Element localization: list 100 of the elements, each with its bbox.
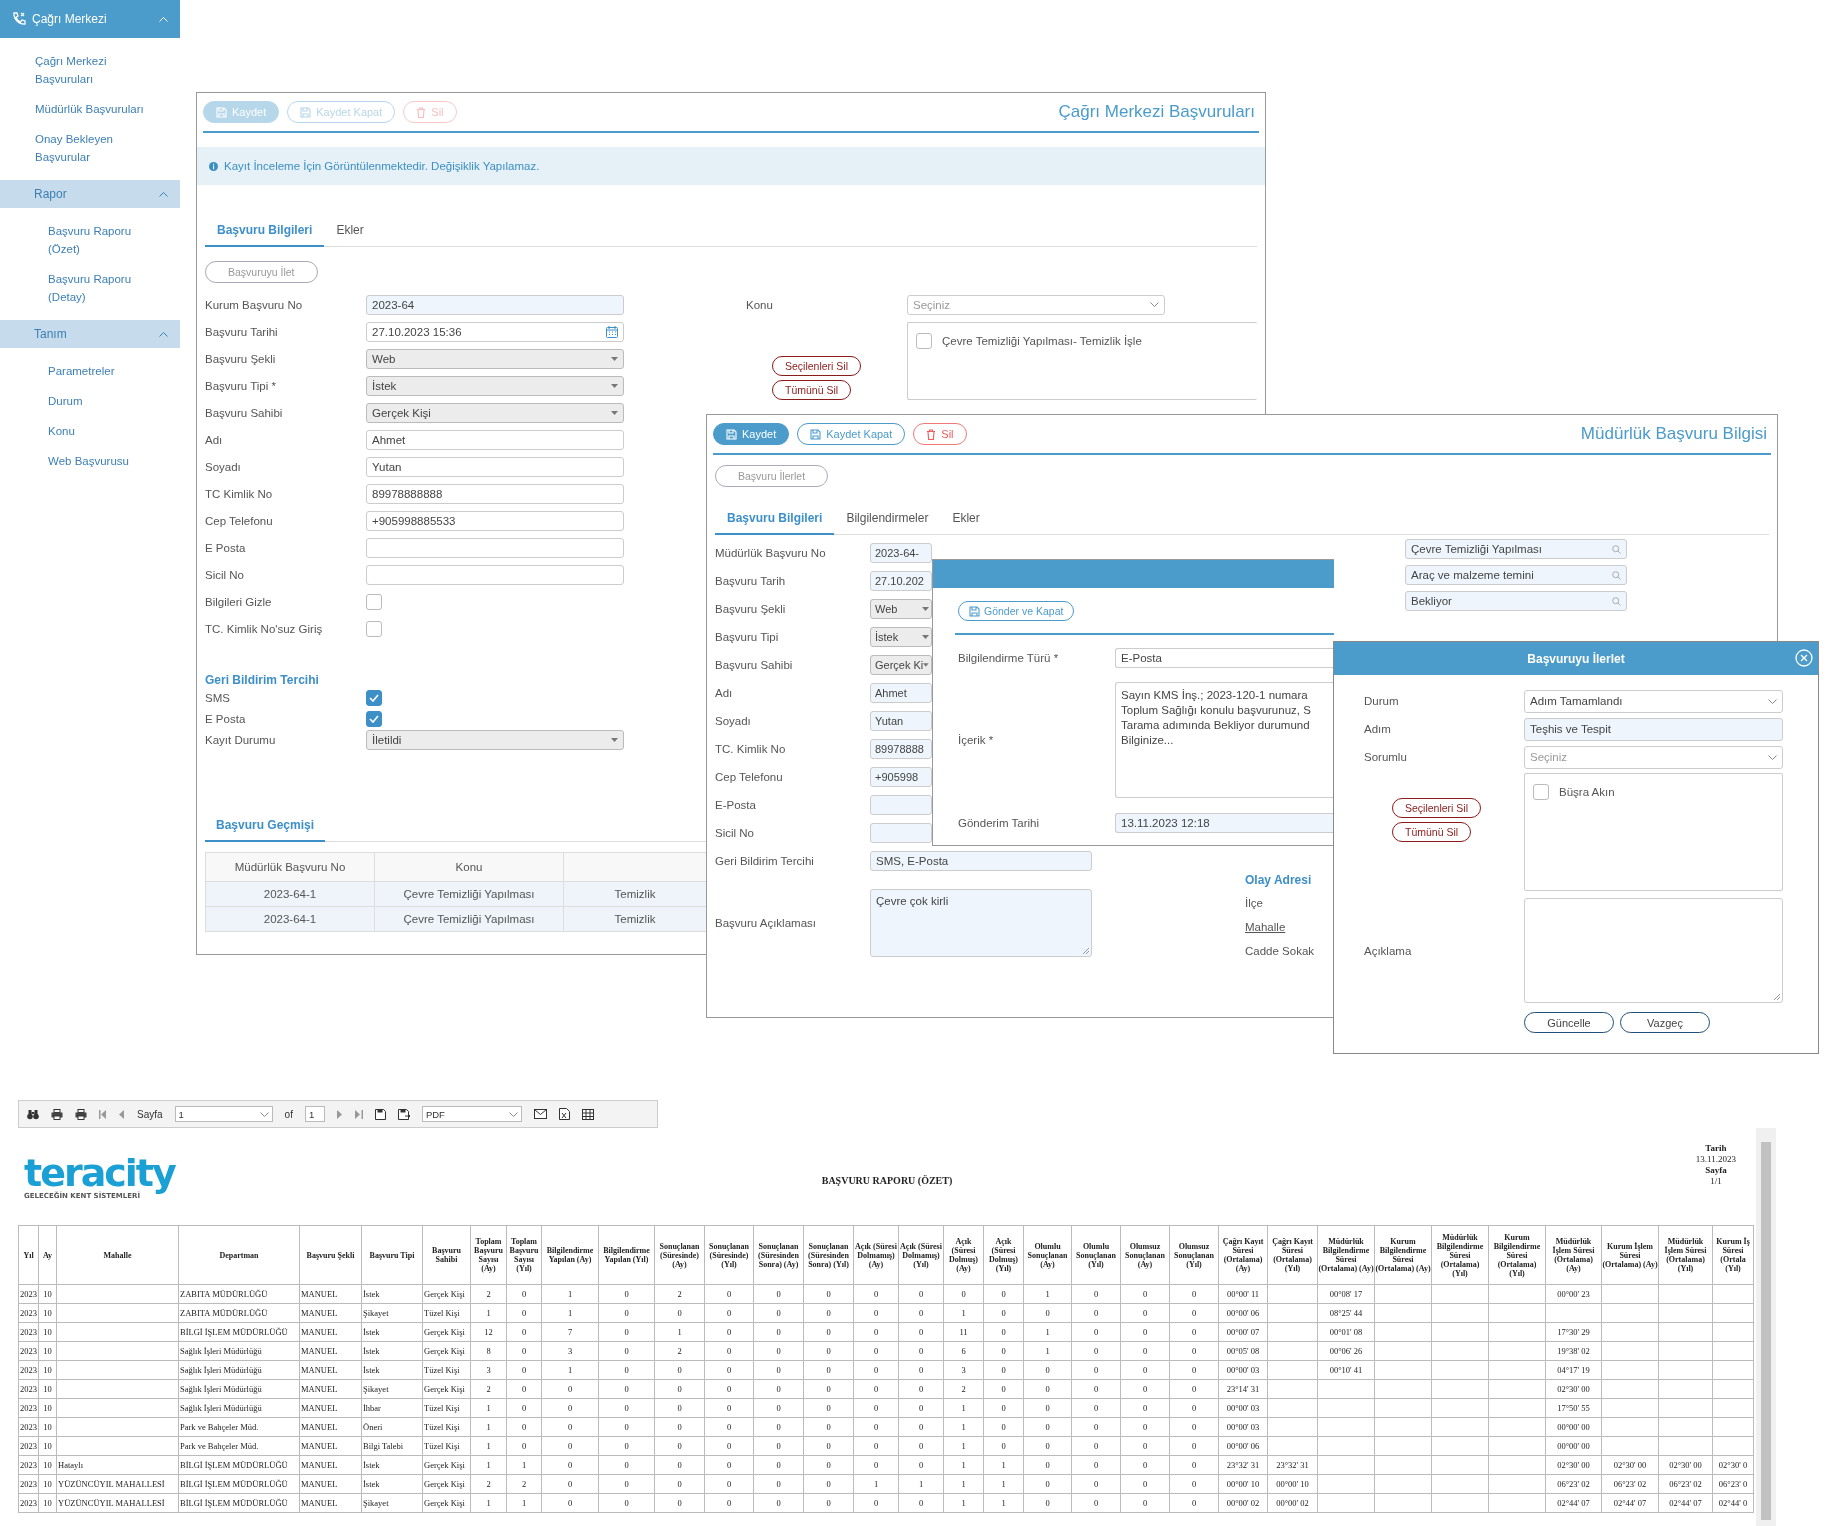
resize-grip-icon — [1773, 993, 1780, 1000]
spreadsheet-export-icon[interactable] — [558, 1108, 570, 1120]
input-field[interactable]: 27.10.202 — [870, 571, 932, 591]
sidebar-link[interactable]: Çağrı Merkezi Başvuruları — [0, 46, 155, 94]
input-field[interactable]: +905998885533 — [366, 510, 624, 531]
page-select[interactable]: 1 — [174, 1106, 273, 1122]
input-field[interactable] — [366, 564, 624, 585]
input-field[interactable]: Ahmet — [366, 429, 624, 450]
sidebar-link[interactable]: Onay Bekleyen Başvurular — [0, 124, 155, 172]
table-cell: 0 — [726, 1289, 732, 1299]
date-field[interactable]: 27.10.2023 15:36 — [366, 321, 624, 342]
dropdown-field[interactable]: Adım Tamamlandı — [1524, 689, 1783, 713]
sidebar-link[interactable]: Parametreler — [0, 356, 148, 386]
checkbox[interactable] — [366, 593, 382, 610]
input-field[interactable]: 2023-64 — [366, 294, 624, 315]
lookup-field[interactable]: Bekliyor — [1405, 591, 1627, 611]
table-cell: 0 — [726, 1422, 732, 1432]
sidebar-link[interactable]: Konu — [0, 416, 148, 446]
select-field[interactable]: İstek — [870, 627, 932, 647]
remove-button[interactable]: Seçilenleri Sil — [1392, 798, 1482, 818]
input-field[interactable] — [870, 823, 932, 843]
dialog-button[interactable]: Vazgeç — [1620, 1012, 1710, 1033]
tab[interactable]: Ekler — [324, 215, 376, 247]
sidebar-link[interactable]: Durum — [0, 386, 148, 416]
checkbox[interactable] — [366, 710, 382, 727]
select-field[interactable]: İletildi — [366, 729, 624, 750]
input-field[interactable]: Yutan — [366, 456, 624, 477]
text-area[interactable]: Sayın KMS İnş.; 2023-120-1 numara Toplum Sağlığı konulu başvurunuz, S Tarama adımında Bekliyor durumund Bilginize... — [1115, 682, 1334, 798]
last-page-icon[interactable] — [354, 1109, 363, 1119]
printer-icon[interactable] — [75, 1108, 87, 1120]
input-field[interactable]: Ahmet — [870, 683, 932, 703]
input-field[interactable]: 2023-64- — [870, 543, 932, 563]
input-field[interactable]: 89978888 — [870, 739, 932, 759]
input-field[interactable]: Teşhis ve Tespit — [1524, 717, 1783, 741]
table-cell: 0 — [776, 1308, 781, 1318]
tab[interactable]: Bilgilendirmeler — [834, 503, 941, 535]
sidebar-link[interactable]: Web Başvurusu — [0, 446, 148, 476]
table-cell: 0 — [873, 1346, 879, 1356]
table-cell: 0 — [1191, 1498, 1197, 1508]
first-page-icon[interactable] — [99, 1109, 107, 1119]
text-area[interactable]: Çevre çok kirli — [870, 889, 1092, 957]
tab[interactable]: Ekler — [940, 503, 992, 535]
input-field[interactable]: 89978888888 — [366, 483, 624, 504]
checkbox[interactable] — [366, 689, 382, 706]
table-cell: MANUEL — [301, 1289, 338, 1299]
sidebar-link[interactable]: Müdürlük Başvuruları — [0, 94, 155, 124]
remove-button[interactable]: Tümünü Sil — [772, 380, 852, 400]
input-field[interactable]: Yutan — [870, 711, 932, 731]
next-page-icon[interactable] — [336, 1109, 343, 1119]
format-select[interactable]: PDF — [421, 1106, 522, 1122]
printer-icon[interactable] — [51, 1108, 63, 1120]
save-icon[interactable] — [374, 1108, 386, 1120]
select-field[interactable]: İstek — [366, 375, 624, 396]
grid-icon[interactable] — [581, 1108, 594, 1120]
close-icon[interactable] — [1795, 649, 1813, 667]
lookup-field[interactable]: Çevre Temizliği Yapılması — [1405, 539, 1627, 559]
export-icon[interactable] — [397, 1108, 410, 1120]
input-field[interactable]: E-Posta — [1115, 647, 1334, 668]
select-field[interactable]: Web — [870, 599, 932, 619]
remove-button[interactable]: Seçilenleri Sil — [772, 356, 862, 376]
select-field[interactable]: Web — [366, 348, 624, 369]
input-field[interactable]: +905998 — [870, 767, 932, 787]
table-cell: 0 — [1142, 1308, 1148, 1318]
table-cell: 1 — [961, 1441, 966, 1451]
tab[interactable]: Başvuru Bilgileri — [715, 503, 835, 535]
select-field[interactable]: Gerçek Ki — [870, 655, 932, 675]
text-area[interactable] — [1524, 898, 1783, 1003]
column-header: Sonuçlanan (Süresinden Sonra) (Ay) — [753, 1225, 804, 1285]
scrollbar[interactable] — [1756, 1128, 1776, 1526]
lookup-field[interactable]: Araç ve malzeme temini — [1405, 565, 1627, 585]
input-field[interactable]: 13.11.2023 12:18 — [1115, 812, 1334, 833]
input-field[interactable] — [366, 537, 624, 558]
tab[interactable]: Başvuru Bilgileri — [205, 215, 325, 247]
previous-page-icon[interactable] — [119, 1109, 125, 1119]
table-cell: 0 — [1191, 1327, 1197, 1337]
remove-button[interactable]: Tümünü Sil — [1392, 822, 1472, 842]
select-field[interactable]: Gerçek Kişi — [366, 402, 624, 423]
table-cell: 0 — [1045, 1479, 1050, 1489]
table-cell: 0 — [726, 1308, 732, 1318]
mail-icon[interactable] — [533, 1109, 547, 1119]
table-cell: Tüzel Kişi — [424, 1365, 460, 1375]
sidebar-link[interactable]: Başvuru Raporu (Detay) — [0, 264, 148, 312]
table-cell: 02°44' 07 — [1669, 1498, 1702, 1508]
table-cell: Şikayet — [363, 1384, 389, 1394]
input-field[interactable]: SMS, E-Posta — [870, 851, 1092, 871]
sidebar-link[interactable]: Başvuru Raporu (Özet) — [0, 216, 148, 264]
binoculars-icon[interactable] — [27, 1108, 39, 1120]
table-cell: 2 — [486, 1384, 491, 1394]
checkbox[interactable] — [916, 333, 932, 349]
dialog-button[interactable]: Güncelle — [1524, 1012, 1614, 1033]
table-cell: 0 — [567, 1384, 573, 1394]
table-cell: 0 — [826, 1308, 831, 1318]
table-cell: 0 — [873, 1327, 879, 1337]
field-label: Müdürlük Başvuru No — [715, 547, 827, 559]
checkbox[interactable] — [366, 620, 382, 637]
table-cell: YÜZÜNCÜYIL MAHALLESİ — [58, 1498, 165, 1508]
field-link[interactable]: Mahalle — [1245, 919, 1286, 935]
input-field[interactable] — [870, 795, 932, 815]
checkbox[interactable] — [1533, 784, 1549, 800]
chevron-up-icon — [159, 331, 168, 337]
